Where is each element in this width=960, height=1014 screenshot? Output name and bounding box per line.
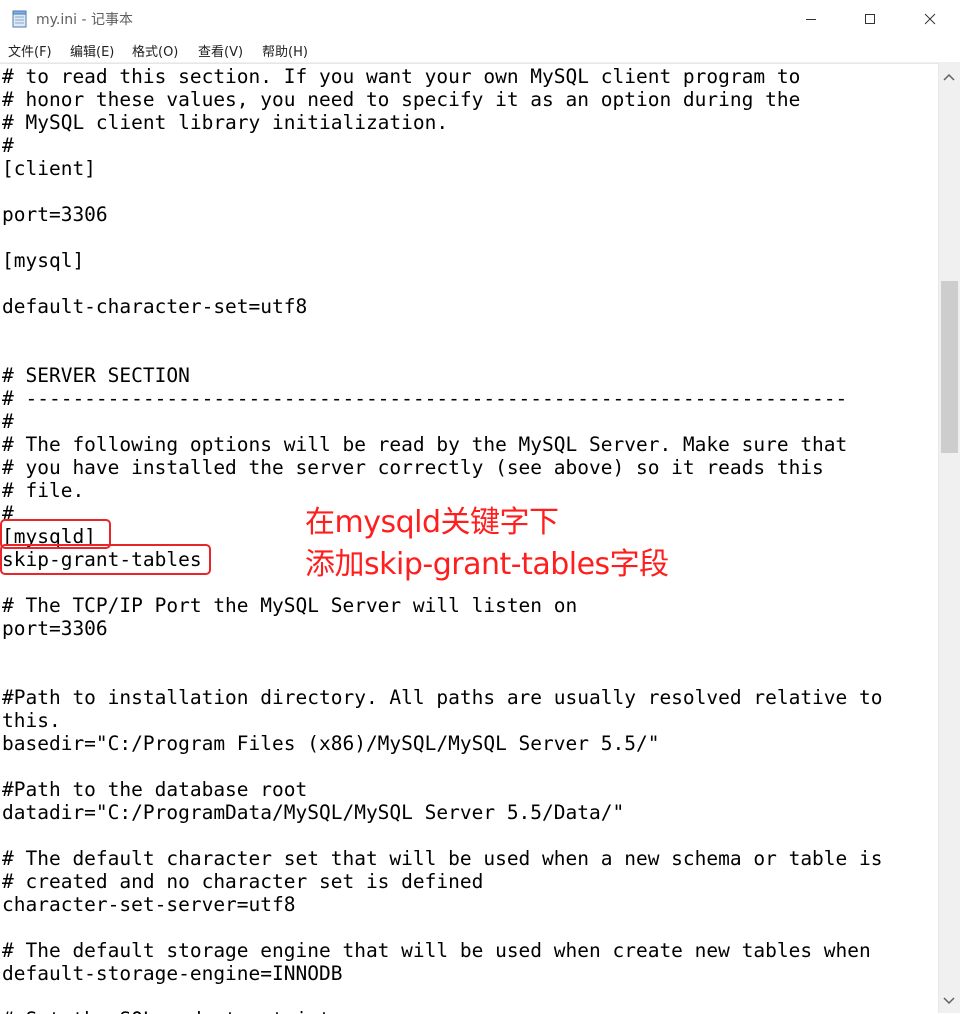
editor-line: # file.: [2, 479, 85, 502]
editor-line: #: [2, 134, 14, 157]
editor-line: [mysql]: [2, 249, 85, 272]
editor-line: # Set the SQL mode to strict: [2, 1008, 331, 1014]
scroll-down-arrow-icon[interactable]: [943, 991, 955, 1010]
editor-line: # --------------------------------------…: [2, 387, 848, 410]
editor-line: # you have installed the server correctl…: [2, 456, 824, 479]
scroll-up-arrow-icon[interactable]: [943, 67, 955, 86]
editor-line: # The default storage engine that will b…: [2, 939, 871, 962]
editor-line: #Path to the database root: [2, 778, 308, 801]
editor-line: #: [2, 410, 14, 433]
maximize-button[interactable]: [841, 0, 899, 38]
editor-line: #Path to installation directory. All pat…: [2, 686, 883, 709]
editor-line: datadir="C:/ProgramData/MySQL/MySQL Serv…: [2, 801, 625, 824]
vertical-scrollbar[interactable]: [938, 63, 960, 1013]
editor-line: [client]: [2, 157, 96, 180]
menu-file[interactable]: 文件(F): [8, 41, 52, 60]
editor-line: port=3306: [2, 203, 108, 226]
highlight-box-skip-grant-tables: [0, 544, 211, 575]
editor-line: this.: [2, 709, 61, 732]
window-title: my.ini - 记事本: [36, 12, 133, 28]
menu-view[interactable]: 查看(V): [198, 41, 243, 60]
annotation-text-line1: 在mysqld关键字下: [305, 505, 559, 540]
title-bar[interactable]: my.ini - 记事本: [0, 0, 960, 39]
editor-line: # created and no character set is define…: [2, 870, 484, 893]
menu-bar: 文件(F) 编辑(E) 格式(O) 查看(V) 帮助(H): [0, 38, 960, 63]
maximize-icon: [865, 14, 875, 24]
menu-edit[interactable]: 编辑(E): [70, 41, 114, 60]
editor-line: # The following options will be read by …: [2, 433, 848, 456]
menu-help[interactable]: 帮助(H): [262, 41, 308, 60]
editor-line: # SERVER SECTION: [2, 364, 190, 387]
editor-line: # MySQL client library initialization.: [2, 111, 449, 134]
editor-line: # honor these values, you need to specif…: [2, 88, 801, 111]
editor-line: # to read this section. If you want your…: [2, 65, 801, 88]
annotation-text-line2: 添加skip-grant-tables字段: [305, 547, 669, 582]
editor-line: character-set-server=utf8: [2, 893, 296, 916]
editor-line: port=3306: [2, 617, 108, 640]
editor-line: default-storage-engine=INNODB: [2, 962, 343, 985]
editor-line: # The TCP/IP Port the MySQL Server will …: [2, 594, 578, 617]
notepad-icon: [12, 10, 28, 28]
close-button[interactable]: [900, 0, 960, 38]
minimize-button[interactable]: [782, 0, 840, 38]
minimize-icon: [806, 19, 816, 20]
editor-line: basedir="C:/Program Files (x86)/MySQL/My…: [2, 732, 660, 755]
close-icon: [924, 13, 936, 25]
menu-format[interactable]: 格式(O): [132, 41, 178, 60]
editor-line: # The default character set that will be…: [2, 847, 883, 870]
scroll-thumb[interactable]: [941, 281, 958, 453]
editor-line: default-character-set=utf8: [2, 295, 308, 318]
